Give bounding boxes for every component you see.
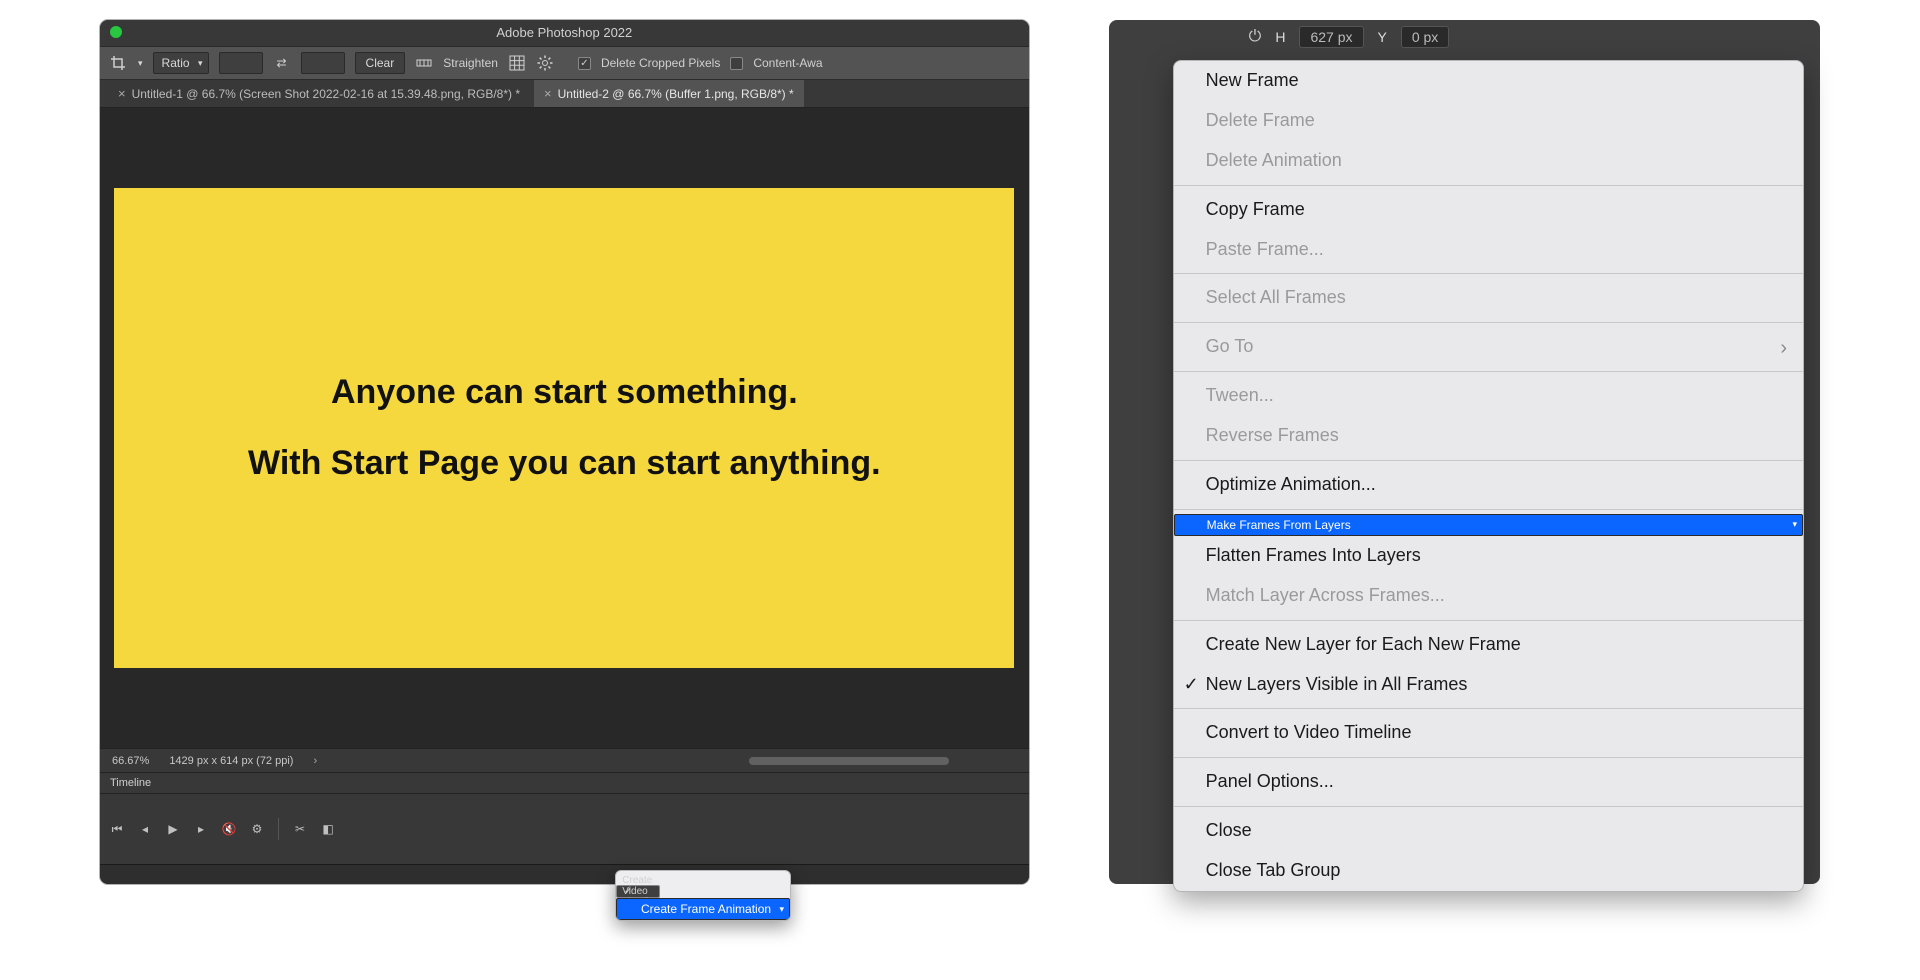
- menu-separator: [1174, 806, 1803, 807]
- menu-item-convert-to-video-timeline[interactable]: Convert to Video Timeline: [1174, 713, 1803, 753]
- document-tab-label: Untitled-2 @ 66.7% (Buffer 1.png, RGB/8*…: [558, 87, 794, 101]
- create-timeline-popup: Create Video TimelineCreate Frame Animat…: [615, 870, 791, 921]
- menu-item-reverse-frames: Reverse Frames: [1174, 416, 1803, 456]
- document-tabs: × Untitled-1 @ 66.7% (Screen Shot 2022-0…: [100, 80, 1029, 108]
- h-field[interactable]: 627 px: [1299, 26, 1363, 48]
- content-aware-label: Content-Awa: [753, 56, 822, 70]
- menu-separator: [1174, 371, 1803, 372]
- next-frame-icon[interactable]: ▸: [194, 822, 208, 836]
- dimension-fields: ⏻ H 627 px Y 0 px: [1249, 26, 1450, 48]
- status-bar: 66.67% 1429 px x 614 px (72 ppi) ›: [100, 748, 1029, 772]
- timeline-panel: ⏮ ◂ ▶ ▸ 🔇 ⚙ ✂ ◧: [100, 794, 1029, 864]
- menu-item-close-tab-group[interactable]: Close Tab Group: [1174, 851, 1803, 891]
- close-icon[interactable]: ×: [544, 86, 552, 101]
- menu-item-panel-options[interactable]: Panel Options...: [1174, 762, 1803, 802]
- gear-icon[interactable]: ⚙: [250, 822, 264, 836]
- popup-item-create-frame-animation[interactable]: Create Frame Animation: [616, 898, 790, 920]
- crop-tool-icon[interactable]: [108, 53, 128, 73]
- grid-overlay-icon[interactable]: [508, 54, 526, 72]
- traffic-green-icon[interactable]: [110, 26, 122, 38]
- separator: [278, 818, 279, 840]
- menu-item-paste-frame: Paste Frame...: [1174, 230, 1803, 270]
- prev-frame-icon[interactable]: ◂: [138, 822, 152, 836]
- menu-separator: [1174, 273, 1803, 274]
- power-icon[interactable]: ⏻: [1249, 28, 1262, 46]
- y-field[interactable]: 0 px: [1401, 26, 1449, 48]
- canvas-dimensions: 1429 px x 614 px (72 ppi): [169, 755, 293, 767]
- go-to-first-icon[interactable]: ⏮: [110, 822, 124, 836]
- height-field[interactable]: [301, 52, 345, 74]
- context-menu-panel: ⏻ H 627 px Y 0 px New FrameDelete FrameD…: [1109, 20, 1820, 884]
- delete-cropped-checkbox[interactable]: [578, 57, 591, 70]
- menu-item-new-frame[interactable]: New Frame: [1174, 61, 1803, 101]
- menu-separator: [1174, 620, 1803, 621]
- canvas-text-line2: With Start Page you can start anything.: [248, 444, 881, 483]
- menu-item-go-to: Go To: [1174, 327, 1803, 367]
- straighten-icon[interactable]: [415, 54, 433, 72]
- menu-separator: [1174, 460, 1803, 461]
- menu-item-make-frames-from-layers[interactable]: Make Frames From Layers: [1174, 514, 1803, 536]
- transition-icon[interactable]: ◧: [321, 822, 335, 836]
- chevron-down-icon[interactable]: ▾: [138, 58, 143, 69]
- play-icon[interactable]: ▶: [166, 822, 180, 836]
- h-label: H: [1275, 29, 1285, 45]
- straighten-label[interactable]: Straighten: [443, 56, 498, 70]
- delete-cropped-label: Delete Cropped Pixels: [601, 56, 720, 70]
- zoom-level[interactable]: 66.67%: [112, 755, 149, 767]
- menu-item-optimize-animation[interactable]: Optimize Animation...: [1174, 465, 1803, 505]
- timeline-panel-label: Timeline: [110, 777, 151, 789]
- document-tab-untitled-1[interactable]: × Untitled-1 @ 66.7% (Screen Shot 2022-0…: [108, 80, 530, 107]
- timeline-footer: [100, 864, 1029, 884]
- canvas-text-line1: Anyone can start something.: [331, 373, 798, 412]
- menu-separator: [1174, 708, 1803, 709]
- chevron-right-icon[interactable]: ›: [313, 755, 317, 767]
- canvas-stage[interactable]: Anyone can start something. With Start P…: [100, 108, 1029, 748]
- popup-item-create-video-timeline[interactable]: Create Video Timeline: [616, 885, 660, 898]
- menu-item-create-new-layer-for-each-new-frame[interactable]: Create New Layer for Each New Frame: [1174, 625, 1803, 665]
- timeline-context-menu: New FrameDelete FrameDelete Animation Cop…: [1173, 60, 1804, 892]
- mute-icon[interactable]: 🔇: [222, 822, 236, 836]
- horizontal-scrollbar[interactable]: [749, 757, 949, 765]
- menu-separator: [1174, 757, 1803, 758]
- window-title: Adobe Photoshop 2022: [496, 25, 632, 40]
- traffic-lights: [110, 26, 122, 38]
- menu-separator: [1174, 322, 1803, 323]
- menu-item-match-layer-across-frames: Match Layer Across Frames...: [1174, 576, 1803, 616]
- document-tab-label: Untitled-1 @ 66.7% (Screen Shot 2022-02-…: [132, 87, 520, 101]
- content-aware-checkbox[interactable]: [730, 57, 743, 70]
- swap-icon[interactable]: ⇄: [273, 54, 291, 72]
- close-icon[interactable]: ×: [118, 86, 126, 101]
- menu-separator: [1174, 509, 1803, 510]
- menu-separator: [1174, 185, 1803, 186]
- menu-item-new-layers-visible-in-all-frames[interactable]: New Layers Visible in All Frames: [1174, 665, 1803, 705]
- menu-item-close[interactable]: Close: [1174, 811, 1803, 851]
- document-canvas[interactable]: Anyone can start something. With Start P…: [114, 188, 1014, 668]
- ratio-select[interactable]: Ratio: [153, 52, 209, 74]
- timeline-panel-header[interactable]: Timeline: [100, 772, 1029, 794]
- window-titlebar: Adobe Photoshop 2022: [100, 20, 1029, 46]
- menu-item-copy-frame[interactable]: Copy Frame: [1174, 190, 1803, 230]
- gear-icon[interactable]: [536, 54, 554, 72]
- clear-button[interactable]: Clear: [355, 52, 406, 74]
- photoshop-window: Adobe Photoshop 2022 ▾ Ratio ⇄ Clear Str…: [100, 20, 1029, 884]
- menu-item-delete-frame: Delete Frame: [1174, 101, 1803, 141]
- options-bar: ▾ Ratio ⇄ Clear Straighten Delete Croppe…: [100, 46, 1029, 80]
- width-field[interactable]: [219, 52, 263, 74]
- menu-item-select-all-frames: Select All Frames: [1174, 278, 1803, 318]
- y-label: Y: [1378, 29, 1387, 45]
- menu-item-delete-animation: Delete Animation: [1174, 141, 1803, 181]
- document-tab-untitled-2[interactable]: × Untitled-2 @ 66.7% (Buffer 1.png, RGB/…: [534, 80, 804, 107]
- menu-item-flatten-frames-into-layers[interactable]: Flatten Frames Into Layers: [1174, 536, 1803, 576]
- menu-item-tween: Tween...: [1174, 376, 1803, 416]
- scissors-icon[interactable]: ✂: [293, 822, 307, 836]
